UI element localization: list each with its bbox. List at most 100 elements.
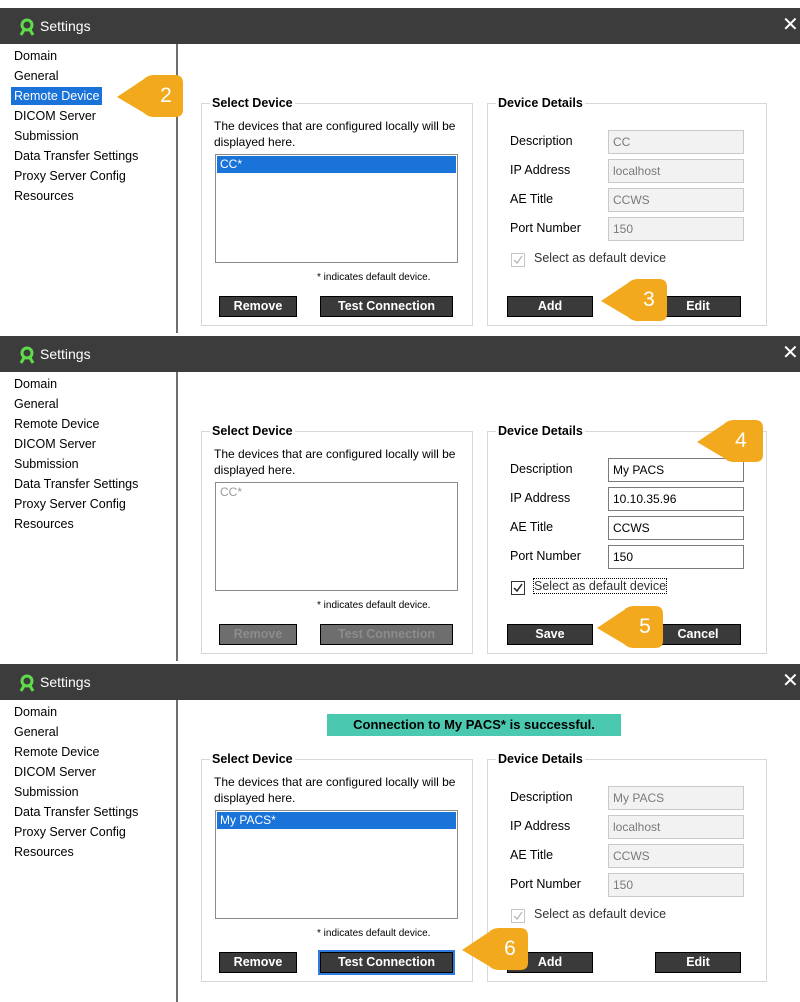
description-label: Description xyxy=(510,790,573,804)
app-logo-icon xyxy=(19,18,35,36)
close-icon[interactable]: ✕ xyxy=(782,670,800,692)
title-bar: Settings ✕ xyxy=(0,664,800,700)
sidebar-item-domain[interactable]: Domain xyxy=(11,47,60,65)
step-number-4: 4 xyxy=(735,429,747,452)
sidebar-item-remote-device[interactable]: Remote Device xyxy=(11,415,102,433)
window-title: Settings xyxy=(40,346,91,362)
description-field[interactable]: My PACS xyxy=(608,786,744,810)
settings-window-step2: Settings ✕ Domain General Remote Device … xyxy=(0,336,800,661)
step-number-3: 3 xyxy=(643,288,655,311)
sidebar-item-resources[interactable]: Resources xyxy=(11,187,77,205)
default-device-label: Select as default device xyxy=(534,251,667,265)
step-number-2: 2 xyxy=(160,84,172,107)
ip-address-label: IP Address xyxy=(510,819,571,833)
checkmark-icon xyxy=(513,911,523,921)
sidebar-item-dicom-server[interactable]: DICOM Server xyxy=(11,435,99,453)
test-connection-button[interactable]: Test Connection xyxy=(320,296,453,317)
connection-success-banner: Connection to My PACS* is successful. xyxy=(327,714,621,736)
ae-title-label: AE Title xyxy=(510,848,554,862)
remove-button[interactable]: Remove xyxy=(219,296,297,317)
default-device-checkbox[interactable] xyxy=(511,253,525,267)
select-device-heading: Select Device xyxy=(210,96,295,110)
remove-button[interactable]: Remove xyxy=(219,952,297,973)
device-list[interactable]: CC* xyxy=(215,154,458,263)
select-device-description: The devices that are configured locally … xyxy=(214,775,456,805)
sidebar-item-remote-device[interactable]: Remote Device xyxy=(11,87,103,105)
step-number-6: 6 xyxy=(504,937,516,960)
list-item[interactable]: My PACS* xyxy=(217,812,456,829)
sidebar-item-submission[interactable]: Submission xyxy=(11,127,82,145)
description-label: Description xyxy=(510,134,573,148)
test-connection-button: Test Connection xyxy=(320,624,453,645)
sidebar-item-resources[interactable]: Resources xyxy=(11,843,77,861)
ip-address-label: IP Address xyxy=(510,491,571,505)
ip-address-field[interactable]: localhost xyxy=(608,815,744,839)
sidebar-item-data-transfer-settings[interactable]: Data Transfer Settings xyxy=(11,147,141,165)
port-number-label: Port Number xyxy=(510,549,581,563)
ae-title-label: AE Title xyxy=(510,520,554,534)
select-device-group: Select Device The devices that are confi… xyxy=(201,424,473,654)
sidebar-item-remote-device[interactable]: Remote Device xyxy=(11,743,102,761)
sidebar-item-proxy-server-config[interactable]: Proxy Server Config xyxy=(11,167,129,185)
default-device-note: * indicates default device. xyxy=(317,600,431,611)
description-label: Description xyxy=(510,462,573,476)
settings-sidebar: Domain General Remote Device DICOM Serve… xyxy=(0,700,178,1002)
edit-button[interactable]: Edit xyxy=(655,952,741,973)
close-icon[interactable]: ✕ xyxy=(782,14,800,36)
sidebar-item-domain[interactable]: Domain xyxy=(11,375,60,393)
sidebar-item-data-transfer-settings[interactable]: Data Transfer Settings xyxy=(11,475,141,493)
app-logo-icon xyxy=(19,346,35,364)
port-number-label: Port Number xyxy=(510,221,581,235)
ip-address-field[interactable]: 10.10.35.96 xyxy=(608,487,744,511)
ae-title-field[interactable]: CCWS xyxy=(608,844,744,868)
close-icon[interactable]: ✕ xyxy=(782,342,800,364)
sidebar-item-dicom-server[interactable]: DICOM Server xyxy=(11,763,99,781)
device-details-heading: Device Details xyxy=(496,424,585,438)
window-title: Settings xyxy=(40,674,91,690)
sidebar-item-submission[interactable]: Submission xyxy=(11,455,82,473)
port-number-field[interactable]: 150 xyxy=(608,217,744,241)
device-list: CC* xyxy=(215,482,458,591)
title-bar: Settings ✕ xyxy=(0,336,800,372)
sidebar-item-submission[interactable]: Submission xyxy=(11,783,82,801)
remove-button: Remove xyxy=(219,624,297,645)
title-bar: Settings ✕ xyxy=(0,8,800,44)
settings-sidebar: Domain General Remote Device DICOM Serve… xyxy=(0,372,178,661)
list-item[interactable]: CC* xyxy=(217,156,456,173)
save-button[interactable]: Save xyxy=(507,624,593,645)
sidebar-item-general[interactable]: General xyxy=(11,723,61,741)
port-number-field[interactable]: 150 xyxy=(608,545,744,569)
app-logo-icon xyxy=(19,674,35,692)
device-list[interactable]: My PACS* xyxy=(215,810,458,919)
cancel-button[interactable]: Cancel xyxy=(655,624,741,645)
settings-window-step1: Settings ✕ Domain General Remote Device … xyxy=(0,8,800,333)
default-device-checkbox[interactable] xyxy=(511,581,525,595)
ae-title-label: AE Title xyxy=(510,192,554,206)
sidebar-item-proxy-server-config[interactable]: Proxy Server Config xyxy=(11,495,129,513)
ip-address-label: IP Address xyxy=(510,163,571,177)
sidebar-item-resources[interactable]: Resources xyxy=(11,515,77,533)
sidebar-item-general[interactable]: General xyxy=(11,395,61,413)
test-connection-button[interactable]: Test Connection xyxy=(320,952,453,973)
sidebar-item-domain[interactable]: Domain xyxy=(11,703,60,721)
device-details-heading: Device Details xyxy=(496,96,585,110)
add-button[interactable]: Add xyxy=(507,296,593,317)
port-number-label: Port Number xyxy=(510,877,581,891)
sidebar-item-dicom-server[interactable]: DICOM Server xyxy=(11,107,99,125)
port-number-field[interactable]: 150 xyxy=(608,873,744,897)
checkmark-icon xyxy=(513,583,523,593)
checkmark-icon xyxy=(513,255,523,265)
description-field[interactable]: CC xyxy=(608,130,744,154)
default-device-checkbox[interactable] xyxy=(511,909,525,923)
device-details-heading: Device Details xyxy=(496,752,585,766)
ae-title-field[interactable]: CCWS xyxy=(608,188,744,212)
select-device-description: The devices that are configured locally … xyxy=(214,447,456,477)
default-device-label[interactable]: Select as default device xyxy=(532,578,668,594)
sidebar-item-general[interactable]: General xyxy=(11,67,61,85)
sidebar-item-data-transfer-settings[interactable]: Data Transfer Settings xyxy=(11,803,141,821)
sidebar-item-proxy-server-config[interactable]: Proxy Server Config xyxy=(11,823,129,841)
ae-title-field[interactable]: CCWS xyxy=(608,516,744,540)
ip-address-field[interactable]: localhost xyxy=(608,159,744,183)
select-device-group: Select Device The devices that are confi… xyxy=(201,752,473,982)
window-title: Settings xyxy=(40,18,91,34)
